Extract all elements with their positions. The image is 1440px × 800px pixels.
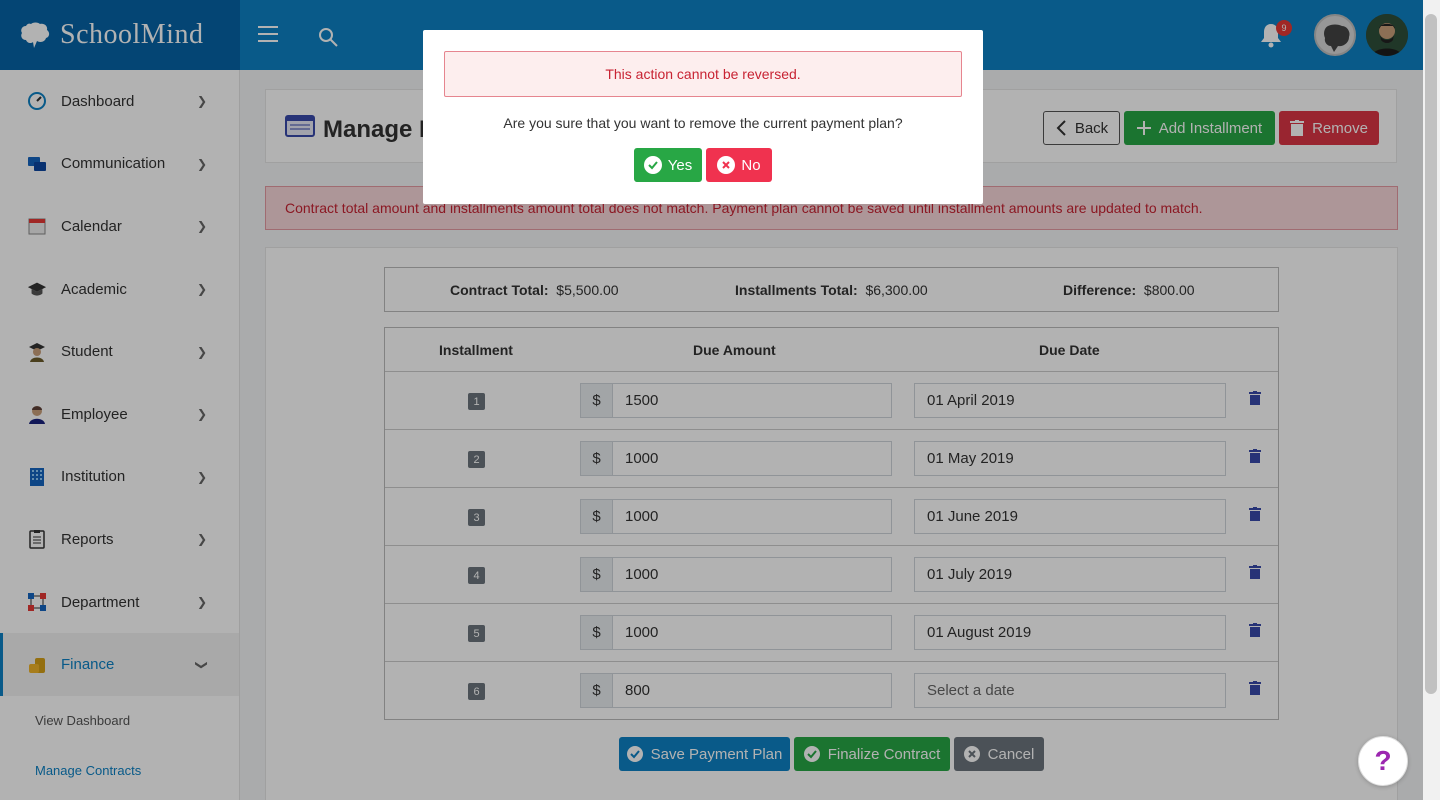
yes-label: Yes xyxy=(667,156,693,174)
no-button[interactable]: No xyxy=(706,148,772,182)
check-circle-icon xyxy=(643,156,662,174)
app-root: SchoolMind 9 Dashboard ❯ Communication ❯ xyxy=(0,0,1440,800)
scrollbar-thumb[interactable] xyxy=(1425,14,1437,694)
yes-button[interactable]: Yes xyxy=(634,148,702,182)
no-label: No xyxy=(741,156,761,174)
help-button[interactable]: ? xyxy=(1358,736,1408,786)
close-circle-icon xyxy=(717,156,736,174)
confirm-dialog: This action cannot be reversed. Are you … xyxy=(423,30,983,204)
warning-alert: This action cannot be reversed. xyxy=(444,51,962,97)
confirm-question: Are you sure that you want to remove the… xyxy=(503,115,903,131)
